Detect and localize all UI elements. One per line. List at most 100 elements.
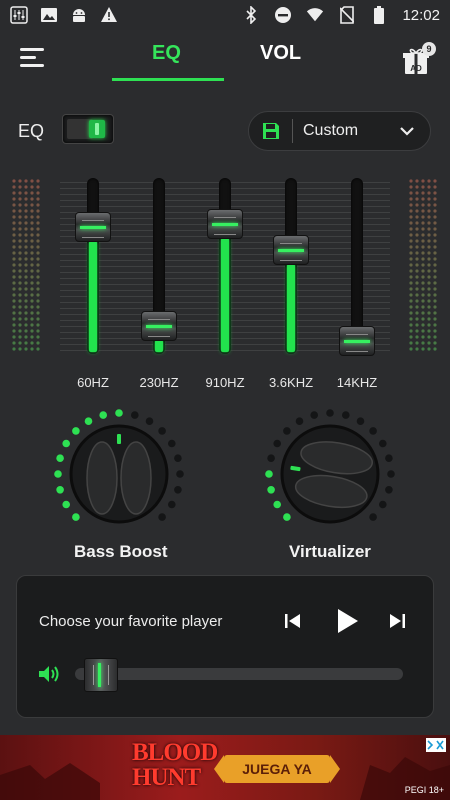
meter-dot: [12, 329, 16, 333]
meter-dot: [12, 191, 16, 195]
meter-dot: [30, 275, 34, 279]
slider-handle[interactable]: [141, 311, 177, 342]
meter-dot: [415, 209, 419, 213]
meter-dot: [409, 317, 413, 321]
bass-boost-knob[interactable]: [53, 408, 185, 540]
band-frequency-label: 14KHZ: [336, 375, 378, 390]
next-track-button[interactable]: [387, 606, 407, 636]
meter-dot: [12, 317, 16, 321]
volume-slider-handle[interactable]: [84, 658, 118, 692]
ad-rating: PEGI 18+: [404, 785, 444, 795]
virtualizer-knob-container: [264, 408, 396, 540]
meter-dot: [36, 293, 40, 297]
meter-dot: [427, 245, 431, 249]
meter-dot: [24, 347, 28, 351]
remove-ads-button[interactable]: AD 9: [402, 42, 436, 76]
player-prompt[interactable]: Choose your favorite player: [39, 613, 222, 630]
menu-button[interactable]: [20, 48, 44, 68]
meter-dot: [433, 347, 437, 351]
meter-dot: [433, 257, 437, 261]
play-button[interactable]: [335, 604, 361, 638]
meter-dot: [36, 305, 40, 309]
tab-eq[interactable]: EQ: [152, 42, 181, 65]
knob-level-dot: [356, 417, 365, 425]
meter-dot: [421, 245, 425, 249]
meter-dot: [24, 263, 28, 267]
volume-slider-track[interactable]: [75, 668, 403, 680]
tab-vol[interactable]: VOL: [260, 42, 301, 65]
meter-dot: [36, 347, 40, 351]
eq-band-slider[interactable]: 14KHZ: [324, 178, 390, 390]
eq-enable-toggle[interactable]: [62, 114, 114, 144]
eq-band-slider[interactable]: 60HZ: [60, 178, 126, 390]
virtualizer-knob[interactable]: [264, 408, 396, 540]
meter-dot: [30, 269, 34, 273]
meter-dot: [409, 347, 413, 351]
meter-dot: [415, 275, 419, 279]
knob-level-dot: [62, 500, 70, 509]
slider-handle[interactable]: [339, 325, 375, 356]
meter-dot: [30, 251, 34, 255]
warning-notification-icon: [100, 6, 118, 24]
meter-dot: [30, 185, 34, 189]
eq-band-slider[interactable]: 910HZ: [192, 178, 258, 390]
meter-dot: [30, 299, 34, 303]
meter-dot: [18, 179, 22, 183]
knob-level-dot: [342, 411, 350, 419]
meter-dot: [427, 329, 431, 333]
meter-dot: [415, 233, 419, 237]
ad-banner[interactable]: BLOOD HUNT JUEGA YA PEGI 18+: [0, 735, 450, 800]
meter-dot: [433, 239, 437, 243]
meter-dot: [427, 251, 431, 255]
knob-level-dot: [310, 411, 318, 419]
ad-close-button[interactable]: [426, 738, 446, 752]
meter-dot: [30, 239, 34, 243]
meter-dot: [24, 197, 28, 201]
meter-dot: [24, 323, 28, 327]
meter-dot: [433, 245, 437, 249]
meter-dot: [30, 233, 34, 237]
meter-dot: [12, 233, 16, 237]
previous-track-button[interactable]: [283, 606, 303, 636]
meter-dot: [415, 287, 419, 291]
volume-icon[interactable]: [37, 664, 61, 684]
meter-dot: [36, 341, 40, 345]
meter-dot: [421, 203, 425, 207]
meter-dot: [421, 281, 425, 285]
meter-dot: [415, 323, 419, 327]
knob-level-dot: [145, 417, 154, 425]
band-frequency-label: 3.6KHZ: [268, 375, 314, 390]
meter-dot: [36, 329, 40, 333]
slider-handle[interactable]: [273, 235, 309, 266]
meter-dot: [421, 179, 425, 183]
ad-cta-button[interactable]: JUEGA YA: [214, 755, 340, 783]
knob-level-dot: [54, 470, 62, 478]
meter-dot: [415, 263, 419, 267]
preset-value: Custom: [303, 122, 359, 139]
meter-dot: [36, 185, 40, 189]
meter-dot: [36, 275, 40, 279]
meter-dot: [18, 323, 22, 327]
knob-level-dot: [176, 470, 184, 478]
menu-icon-line-2: [20, 56, 36, 59]
bass-boost-label: Bass Boost: [74, 542, 168, 561]
meter-dot: [36, 287, 40, 291]
meter-dot: [12, 323, 16, 327]
meter-dot: [409, 341, 413, 345]
meter-dot: [18, 221, 22, 225]
save-preset-button[interactable]: [249, 119, 293, 143]
meter-dot: [12, 341, 16, 345]
meter-dot: [24, 293, 28, 297]
meter-dot: [433, 299, 437, 303]
slider-handle[interactable]: [207, 209, 243, 240]
slider-handle[interactable]: [75, 212, 111, 243]
meter-dot: [427, 257, 431, 261]
meter-dot: [427, 341, 431, 345]
eq-band-slider[interactable]: 3.6KHZ: [258, 178, 324, 390]
meter-dot: [18, 347, 22, 351]
eq-band-slider[interactable]: 230HZ: [126, 178, 192, 390]
meter-dot: [36, 191, 40, 195]
preset-dropdown[interactable]: Custom: [248, 111, 431, 151]
bluetooth-icon: [242, 6, 260, 24]
meter-dot: [415, 335, 419, 339]
